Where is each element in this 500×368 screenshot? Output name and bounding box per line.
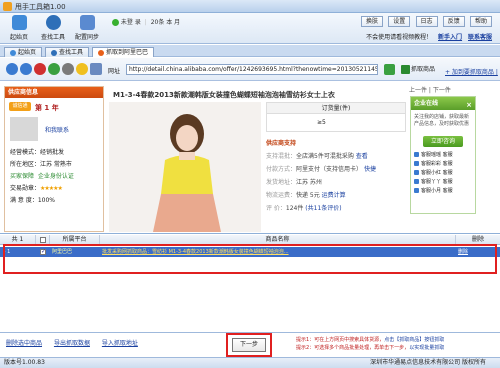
sync-button[interactable]: 配置同步 (74, 14, 100, 43)
skin-button[interactable]: 换肤 (361, 16, 384, 27)
help-button[interactable]: 帮助 (470, 16, 492, 27)
import-url-link[interactable]: 导入抓取地址 (102, 340, 138, 347)
tab-alibaba[interactable]: 抓取到阿里巴巴 (92, 47, 155, 57)
supplier-photo (10, 117, 38, 141)
reviews-row: 评 价：124件 (共11条评价) (266, 205, 342, 212)
home-icon (11, 15, 27, 30)
chat-icon (414, 188, 419, 193)
status-dot-icon (112, 19, 119, 26)
copyright-text: 深圳市华通易点信息技术有限公司 版权所有 (370, 359, 486, 366)
version-text: 版本号1.00.83 (4, 359, 45, 366)
chat-icon (414, 179, 419, 184)
right-buttons: 换肤 设置 日志 反馈 帮助 (358, 16, 492, 27)
service-item[interactable]: 客服丫丫 客服 (411, 178, 475, 185)
select-all-checkbox[interactable] (39, 236, 46, 243)
supplier-support-title: 供应商支持 (266, 140, 297, 147)
next-step-button[interactable]: 下一步 (232, 338, 266, 352)
alibaba-icon (98, 49, 104, 56)
prev-product-link[interactable]: 上一件 (409, 87, 427, 94)
order-qty-heading: 订货量(件) (266, 102, 406, 114)
order-qty-value: ≥5 (266, 114, 406, 132)
status-bar: 版本号1.00.83 深圳市华通易点信息技术有限公司 版权所有 (0, 357, 500, 368)
feedback-button[interactable]: 反馈 (442, 16, 465, 27)
supplier-panel: 供应商信息 诚信通 第 1 年 和我联系 经营模式：经销批发 所在地区：江苏 常… (4, 86, 104, 232)
dropdown-icon[interactable] (90, 63, 102, 75)
chat-icon (414, 152, 419, 157)
delete-selected-link[interactable]: 删除选中商品 (6, 340, 42, 347)
product-image[interactable] (109, 102, 261, 232)
add-to-grab-link[interactable]: + 加到要抓取商品 | (445, 67, 498, 76)
search-icon (51, 49, 57, 56)
beginner-link[interactable]: 新手入门 (438, 34, 462, 41)
service-item[interactable]: 客服彩彩 客服 (411, 160, 475, 167)
main-toolbar: 起始页 查找工具 配置同步 未登 录 | 20条 本 月 换肤 设置 日志 反馈… (0, 13, 500, 44)
rating-row: 交易勋章：★★★★★ (10, 185, 63, 192)
supplier-heading: 供应商信息 (5, 87, 103, 98)
tab-home[interactable]: 起始页 (4, 47, 43, 57)
help-notice: 不会使用请看视频教程！ 新手入门 联系客服 (366, 34, 492, 41)
export-data-link[interactable]: 导出抓取数据 (54, 340, 90, 347)
close-icon[interactable]: × (466, 99, 472, 112)
browser-view: 供应商信息 诚信通 第 1 年 和我联系 经营模式：经销批发 所在地区：江苏 常… (0, 82, 500, 234)
settings-icon[interactable] (62, 63, 74, 75)
service-item[interactable]: 客服小红 客服 (411, 169, 475, 176)
sync-icon (79, 15, 95, 30)
supplier-location: 所在地区：江苏 常熟市 (10, 161, 72, 168)
chengxintong-badge: 诚信通 (9, 102, 31, 111)
payment-row: 付款方式：阿里支付（支持信用卡） 快捷 (266, 166, 376, 173)
title-bar: 甩手工具箱1.00 (0, 0, 500, 13)
favorite-star-icon[interactable] (76, 63, 88, 75)
product-nav: 上一件 | 下一件 (409, 87, 451, 94)
grab-icon (401, 65, 410, 74)
chat-icon (414, 170, 419, 175)
chat-icon (414, 161, 419, 166)
refresh-icon[interactable] (48, 63, 60, 75)
find-tool-button[interactable]: 查找工具 (40, 14, 66, 43)
footer-links: 删除选中商品 导出抓取数据 导入抓取地址 (6, 338, 148, 347)
search-icon (45, 15, 61, 30)
window-title: 甩手工具箱1.00 (15, 3, 66, 11)
grab-product-button[interactable]: 抓取商品 (399, 63, 439, 76)
highlight-outline (3, 244, 497, 274)
back-icon[interactable] (6, 63, 18, 75)
shipping-fee-row: 物流运费：快递 5元 运费计算 (266, 192, 346, 199)
login-status-text[interactable]: 未登 录 (121, 19, 141, 26)
order-info: 订货量(件) ≥5 供应商支持 支持混批：全店满5件可混批采购 查看 付款方式：… (266, 102, 406, 232)
trust-badges: 买家保障 企业身份认证 (10, 173, 74, 180)
service-item[interactable]: 客服小月 客服 (411, 187, 475, 194)
address-bar: 网址 http://detail.china.alibaba.com/offer… (0, 58, 500, 81)
url-label: 网址 (108, 68, 121, 75)
tab-strip: 起始页 查找工具 抓取到阿里巴巴 (0, 45, 500, 57)
supplier-mode: 经营模式：经销批发 (10, 149, 65, 156)
next-product-link[interactable]: 下一件 (433, 87, 451, 94)
log-button[interactable]: 日志 (415, 16, 438, 27)
forward-icon[interactable] (20, 63, 32, 75)
satisfaction-row: 满 意 度：100% (10, 197, 55, 204)
app-icon (3, 2, 12, 11)
consult-button[interactable]: 立即咨询 (423, 136, 463, 147)
home-button[interactable]: 起始页 (6, 14, 32, 43)
tab-find-tool[interactable]: 查找工具 (45, 47, 90, 57)
url-input[interactable]: http://detail.china.alibaba.com/offer/12… (126, 64, 378, 75)
product-title: M1-3-4春款2013新款潮韩版女装撞色蝴蝶短袖泡泡袖雪纺衫女士上衣 (113, 91, 335, 99)
quota-text: 20条 本 月 (150, 19, 181, 26)
enterprise-text: 关注我的店铺，获取最新产品信息，及时获取优惠 (414, 114, 470, 127)
service-item[interactable]: 客服瑶瑶 客服 (411, 151, 475, 158)
enterprise-heading: 企业在线 × (411, 97, 475, 110)
contact-link[interactable]: 和我联系 (45, 125, 69, 134)
settings-button[interactable]: 设置 (388, 16, 411, 27)
go-icon[interactable] (384, 64, 395, 75)
member-years: 第 1 年 (35, 104, 59, 112)
login-status: 未登 录 | 20条 本 月 (112, 17, 180, 26)
ship-from-row: 发货地址：江苏 苏州 (266, 179, 322, 186)
home-icon (10, 49, 16, 56)
stop-icon[interactable] (34, 63, 46, 75)
contact-link[interactable]: 联系客服 (468, 34, 492, 41)
enterprise-online-panel: 企业在线 × 关注我的店铺，获取最新产品信息，及时获取优惠 立即咨询 客服瑶瑶 … (410, 96, 476, 214)
tips: 提示1：可在上方网页中搜索具体货源，点击【抓取商品】按钮抓取 提示2：可选择多个… (296, 337, 445, 351)
mixed-batch-row: 支持混批：全店满5件可混批采购 查看 (266, 153, 368, 160)
